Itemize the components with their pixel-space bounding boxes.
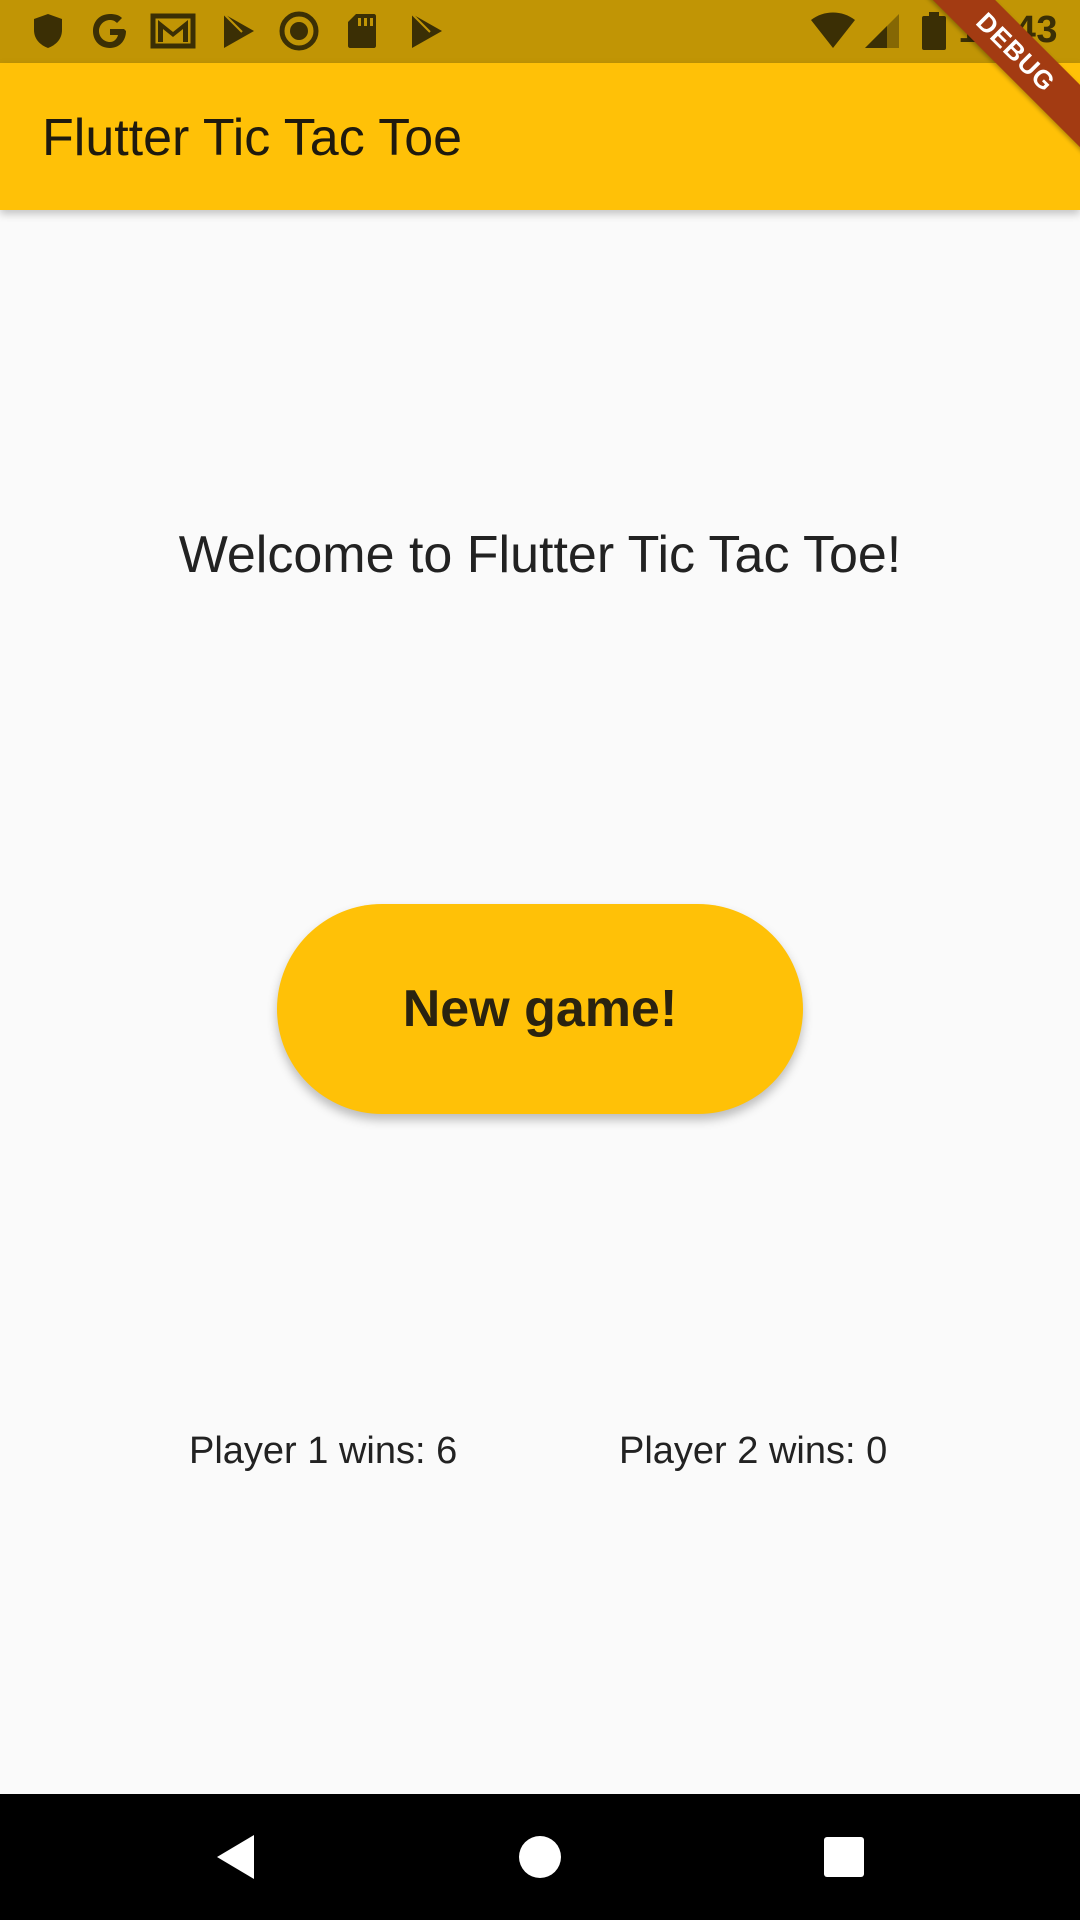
google-icon	[88, 12, 132, 50]
sd-card-icon	[344, 12, 380, 50]
home-icon[interactable]	[510, 1827, 570, 1887]
player2-score: Player 2 wins: 0	[619, 1430, 888, 1472]
player1-score: Player 1 wins: 6	[189, 1430, 458, 1472]
app-bar: Flutter Tic Tac Toe	[0, 63, 1080, 210]
app-screen: 12:43 DEBUG Flutter Tic Tac Toe Welcome …	[0, 0, 1080, 1920]
play-store-icon	[218, 12, 258, 50]
record-icon	[278, 11, 320, 51]
gmail-icon	[150, 12, 196, 50]
wifi-icon	[808, 12, 858, 50]
new-game-button[interactable]: New game!	[277, 904, 803, 1114]
recents-icon[interactable]	[814, 1827, 874, 1887]
status-bar: 12:43	[0, 0, 1080, 63]
page-title: Flutter Tic Tac Toe	[42, 109, 463, 167]
play-store-icon	[406, 12, 446, 50]
signal-icon	[862, 12, 902, 50]
battery-icon	[920, 12, 948, 50]
back-icon[interactable]	[206, 1827, 266, 1887]
welcome-text: Welcome to Flutter Tic Tac Toe!	[178, 526, 902, 584]
nav-bar	[0, 1794, 1080, 1920]
shield-icon	[28, 12, 68, 50]
